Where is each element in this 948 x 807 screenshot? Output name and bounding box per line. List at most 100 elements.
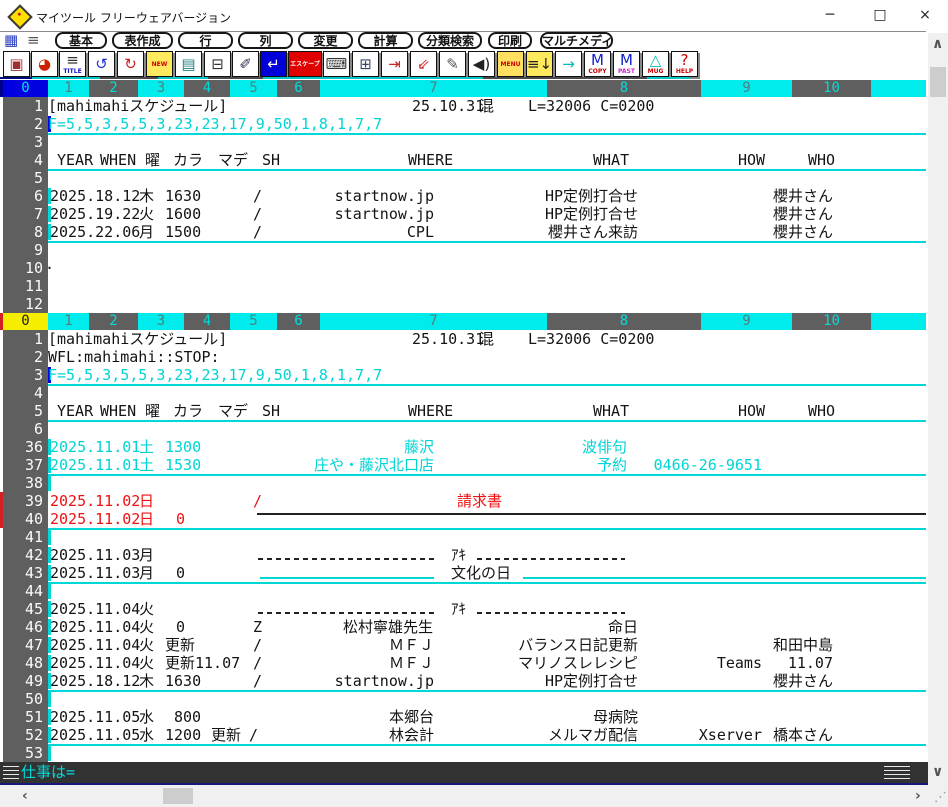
column-header-5[interactable]: 5 [230,80,277,97]
row-number[interactable]: 7 [3,205,48,223]
sort-list-icon[interactable]: ≡↓ [526,51,553,77]
column-header-1[interactable]: 1 [48,80,89,97]
menu-item-4[interactable]: 列 [238,32,293,49]
m-paste-icon[interactable]: M PAST [613,51,640,77]
paste-new-icon[interactable]: ⇙ [410,51,437,77]
enter-icon[interactable]: ↵ [260,51,287,77]
row-number[interactable]: 5 [3,402,48,420]
document-icon[interactable]: ▤ [175,51,202,77]
menu-item-6[interactable]: 計算 [358,32,413,49]
pencil-icon[interactable]: ✎ [439,51,466,77]
row-number[interactable]: 3 [3,133,48,151]
vertical-scrollbar[interactable]: ∧ ∨ [928,33,948,785]
row-number[interactable]: 12 [3,295,48,313]
menu-item-8[interactable]: 印刷 [488,32,532,49]
row-number[interactable]: 11 [3,277,48,295]
move-in-icon[interactable]: ⇥ [381,51,408,77]
row-number[interactable]: 36 [3,438,48,456]
new-doc-icon[interactable]: NEW [146,51,173,77]
scroll-left-icon[interactable]: ‹ [22,789,28,803]
row-number[interactable]: 8 [3,223,48,241]
load-disk-icon[interactable]: ↺ [88,51,115,77]
menu-item-1[interactable]: 基本 [55,32,107,49]
scroll-right-icon[interactable]: › [915,789,921,803]
column-header-8[interactable]: 8 [547,313,701,330]
status-grip-right-icon[interactable] [884,766,910,780]
column-header-1[interactable]: 1 [48,313,89,330]
row-number[interactable]: 42 [3,546,48,564]
row-number[interactable]: 44 [3,582,48,600]
mug-icon[interactable]: △ MUG [642,51,669,77]
menu-item-7[interactable]: 分類検索 [418,32,482,49]
maximize-button[interactable]: □ [866,3,894,27]
print-edit-icon[interactable]: ✐ [232,51,259,77]
row-number[interactable]: 1 [3,330,48,348]
row-number[interactable]: 9 [3,241,48,259]
vertical-scroll-thumb[interactable] [930,67,946,97]
column-header-4[interactable]: 4 [184,313,230,330]
row-number[interactable]: 39 [3,492,48,510]
row-number[interactable]: 3 [3,366,48,384]
row-number[interactable]: 43 [3,564,48,582]
row-number[interactable]: 5 [3,169,48,187]
row-number[interactable]: 1 [3,97,48,115]
row-number[interactable]: 49 [3,672,48,690]
row-number[interactable]: 41 [3,528,48,546]
column-header-7[interactable]: 7 [320,313,547,330]
print-icon[interactable]: ⊟ [204,51,231,77]
row-number[interactable]: 6 [3,187,48,205]
row-number[interactable]: 6 [3,420,48,438]
pie-chart-icon[interactable]: ◕ [31,51,58,77]
column-header-9[interactable]: 9 [701,313,792,330]
save-disk-icon[interactable]: ↻ [117,51,144,77]
column-header-end[interactable] [871,80,926,97]
scroll-down-icon[interactable]: ∨ [932,765,943,779]
header-corner-cell[interactable]: 0 [3,313,48,330]
row-number[interactable]: 4 [3,384,48,402]
menu-item-9[interactable]: マルチメディア [540,32,613,49]
column-header-3[interactable]: 3 [138,313,184,330]
row-number[interactable]: 40 [3,510,48,528]
m-copy-icon[interactable]: M COPY [584,51,611,77]
escape-button[interactable]: エスケープ [288,51,322,77]
row-number[interactable]: 53 [3,744,48,762]
column-header-6[interactable]: 6 [277,313,320,330]
menu-item-3[interactable]: 行 [178,32,233,49]
speaker-icon[interactable]: ◀) [468,51,495,77]
row-number[interactable]: 48 [3,654,48,672]
title-list-icon[interactable]: ≡ TITLE [59,51,86,77]
header-corner-cell[interactable]: 0 [3,80,48,97]
row-number[interactable]: 2 [3,348,48,366]
minimize-button[interactable]: ─ [816,3,844,27]
menu-book-icon[interactable]: MENU [497,51,524,77]
column-header-9[interactable]: 9 [701,80,792,97]
tile-window-icon[interactable]: ⊞ [352,51,379,77]
help-icon[interactable]: ? HELP [671,51,698,77]
column-header-2[interactable]: 2 [89,80,138,97]
row-number[interactable]: 50 [3,690,48,708]
row-number[interactable]: 2 [3,115,48,133]
row-number[interactable]: 47 [3,636,48,654]
status-grip-left-icon[interactable] [3,766,19,780]
column-header-2[interactable]: 2 [89,313,138,330]
row-number[interactable]: 52 [3,726,48,744]
menu-item-5[interactable]: 変更 [298,32,353,49]
column-header-4[interactable]: 4 [184,80,230,97]
column-header-10[interactable]: 10 [792,80,871,97]
close-button[interactable]: × [911,3,939,27]
row-number[interactable]: 46 [3,618,48,636]
row-number[interactable]: 10 [3,259,48,277]
row-number[interactable]: 38 [3,474,48,492]
row-number[interactable]: 37 [3,456,48,474]
row-number[interactable]: 51 [3,708,48,726]
column-header-3[interactable]: 3 [138,80,184,97]
column-header-5[interactable]: 5 [230,313,277,330]
scroll-up-icon[interactable]: ∧ [932,37,943,51]
column-header-8[interactable]: 8 [547,80,701,97]
calc-grid-icon[interactable]: ▦ [4,32,18,49]
column-header-7[interactable]: 7 [320,80,547,97]
next-arrow-icon[interactable]: → [555,51,582,77]
menu-item-2[interactable]: 表作成 [112,32,173,49]
rows-icon[interactable]: ≡ [27,32,40,49]
column-header-10[interactable]: 10 [792,313,871,330]
